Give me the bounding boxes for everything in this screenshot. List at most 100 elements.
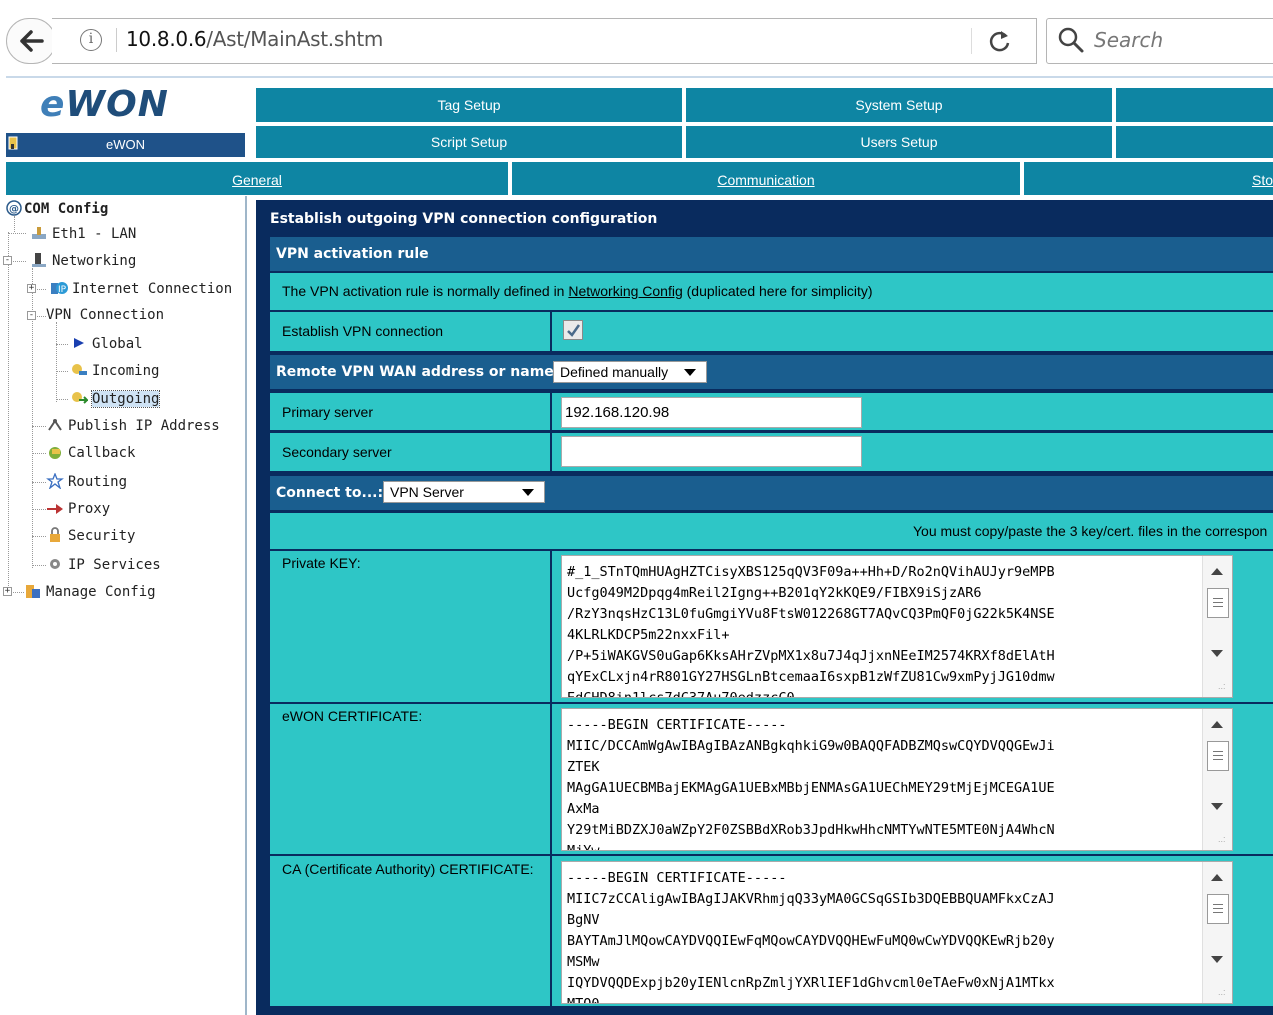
url-text[interactable]: 10.8.0.6/Ast/MainAst.shtm	[126, 27, 383, 51]
tree-label: Eth1 - LAN	[52, 226, 137, 242]
scroll-thumb[interactable]	[1207, 588, 1229, 618]
ca-cert-label: CA (Certificate Authority) CERTIFICATE:	[282, 861, 534, 877]
tree-hline	[32, 453, 46, 454]
tree-item-eth1[interactable]: Eth1 - LAN	[30, 225, 136, 242]
scroll-up-icon[interactable]	[1211, 874, 1223, 881]
url-path: /Ast/MainAst.shtm	[206, 27, 384, 51]
tree-item-routing[interactable]: Routing	[46, 473, 127, 490]
scroll-down-icon[interactable]	[1211, 956, 1223, 963]
tree-label: Outgoing	[90, 390, 161, 408]
tree-item-global[interactable]: Global	[70, 335, 143, 352]
tab-general[interactable]: General	[6, 162, 508, 195]
tree-item-internet-connection[interactable]: IP Internet Connection	[50, 280, 232, 297]
tree-item-vpn-connection[interactable]: VPN Connection	[46, 307, 164, 323]
tab-storage[interactable]: Sto	[1024, 162, 1273, 195]
menu-row2-extra[interactable]	[1116, 126, 1273, 158]
tree-item-publish-ip[interactable]: Publish IP Address	[46, 417, 220, 434]
scroll-up-icon[interactable]	[1211, 568, 1223, 575]
tab-communication[interactable]: Communication	[512, 162, 1020, 195]
tree-hline	[32, 565, 46, 566]
tree-hline	[56, 399, 68, 400]
back-arrow-icon	[20, 30, 44, 52]
tree-hline	[32, 426, 46, 427]
private-key-text: #_1_STnTQmHUAgHZTCisyXBS125qQV3F09a++Hh+…	[567, 564, 1055, 698]
resize-grip-icon[interactable]: ..:	[1218, 988, 1230, 1001]
ewon-cert-text: -----BEGIN CERTIFICATE----- MIIC/DCCAmWg…	[567, 717, 1055, 851]
reload-icon[interactable]	[986, 27, 1014, 55]
tree-item-callback[interactable]: Callback	[46, 444, 135, 461]
tree-label: Global	[92, 336, 143, 352]
svg-text:@: @	[9, 204, 19, 215]
resize-grip-icon[interactable]: ..:	[1218, 682, 1230, 695]
scroll-up-icon[interactable]	[1211, 721, 1223, 728]
publish-icon	[48, 419, 62, 431]
tree-label: Manage Config	[46, 584, 156, 600]
primary-server-input[interactable]: 192.168.120.98	[561, 397, 862, 428]
toolbar-divider	[6, 76, 1273, 78]
tree-item-incoming[interactable]: Incoming	[70, 362, 159, 379]
resize-grip-icon[interactable]: ..:	[1218, 835, 1230, 848]
private-key-textarea[interactable]: #_1_STnTQmHUAgHZTCisyXBS125qQV3F09a++Hh+…	[561, 555, 1233, 698]
expand-internet-icon[interactable]: +	[27, 284, 36, 293]
tree-hline	[56, 344, 68, 345]
ca-cert-textarea[interactable]: -----BEGIN CERTIFICATE----- MIIC7zCCAlig…	[561, 861, 1233, 1004]
scrollbar[interactable]: ..:	[1202, 556, 1232, 697]
ewon-logo: eWON	[40, 84, 169, 125]
chevron-down-icon	[522, 489, 534, 496]
activation-note: The VPN activation rule is normally defi…	[282, 283, 873, 299]
tree-hline	[8, 233, 26, 234]
menu-script-setup[interactable]: Script Setup	[256, 126, 682, 158]
scroll-down-icon[interactable]	[1211, 650, 1223, 657]
info-icon[interactable]: i	[80, 29, 102, 51]
network-icon	[32, 253, 46, 267]
ewon-cert-textarea[interactable]: -----BEGIN CERTIFICATE----- MIIC/DCCAmWg…	[561, 708, 1233, 851]
tree-line	[8, 232, 9, 592]
tree-item-networking[interactable]: Networking	[30, 252, 136, 269]
note-suffix: (duplicated here for simplicity)	[682, 283, 873, 299]
tree-root-com-config[interactable]: @ COM Config	[6, 200, 108, 217]
menu-system-setup[interactable]: System Setup	[686, 88, 1112, 122]
tree-label: Security	[68, 528, 136, 544]
remote-address-select[interactable]: Defined manually	[553, 361, 707, 383]
menu-row1-extra[interactable]	[1116, 88, 1273, 122]
column-divider	[550, 393, 552, 430]
tree-hline	[32, 536, 46, 537]
scrollbar[interactable]: ..:	[1202, 709, 1232, 850]
ewon-cert-label: eWON CERTIFICATE:	[282, 708, 423, 724]
tree-item-outgoing[interactable]: Outgoing	[70, 390, 161, 408]
collapse-vpn-icon[interactable]: -	[27, 311, 36, 320]
tree-item-ip-services[interactable]: IP Services	[46, 556, 161, 573]
connect-to-select[interactable]: VPN Server	[383, 481, 545, 503]
tree-item-proxy[interactable]: Proxy	[46, 500, 110, 517]
networking-config-link[interactable]: Networking Config	[568, 283, 682, 299]
scroll-down-icon[interactable]	[1211, 803, 1223, 810]
internet-icon: IP	[51, 282, 68, 295]
scroll-thumb[interactable]	[1207, 894, 1229, 924]
tree-hline	[56, 371, 68, 372]
establish-vpn-label: Establish VPN connection	[282, 323, 444, 339]
establish-vpn-checkbox[interactable]	[563, 320, 583, 340]
tree-label: Proxy	[68, 501, 111, 517]
tree-item-security[interactable]: Security	[46, 527, 135, 544]
lan-icon	[32, 227, 46, 239]
tree-item-manage-config[interactable]: Manage Config	[24, 583, 156, 600]
expand-manage-icon[interactable]: +	[3, 587, 12, 596]
gear-icon	[50, 559, 60, 569]
back-button[interactable]	[6, 18, 56, 64]
tree-line	[56, 322, 57, 402]
menu-users-setup[interactable]: Users Setup	[686, 126, 1112, 158]
secondary-server-input[interactable]	[561, 436, 862, 467]
checkmark-icon	[567, 324, 581, 337]
menu-tag-setup[interactable]: Tag Setup	[256, 88, 682, 122]
scroll-thumb[interactable]	[1207, 741, 1229, 771]
secondary-server-label: Secondary server	[282, 444, 392, 460]
collapse-networking-icon[interactable]: -	[3, 256, 12, 265]
scrollbar[interactable]: ..:	[1202, 862, 1232, 1003]
proxy-icon	[47, 504, 63, 514]
tree-label: Incoming	[92, 363, 160, 379]
tree-label: Networking	[52, 253, 137, 269]
remote-select-value: Defined manually	[560, 364, 669, 380]
device-name-bar[interactable]: eWON	[6, 133, 245, 157]
tree-label: Callback	[68, 445, 136, 461]
primary-server-label: Primary server	[282, 404, 374, 420]
